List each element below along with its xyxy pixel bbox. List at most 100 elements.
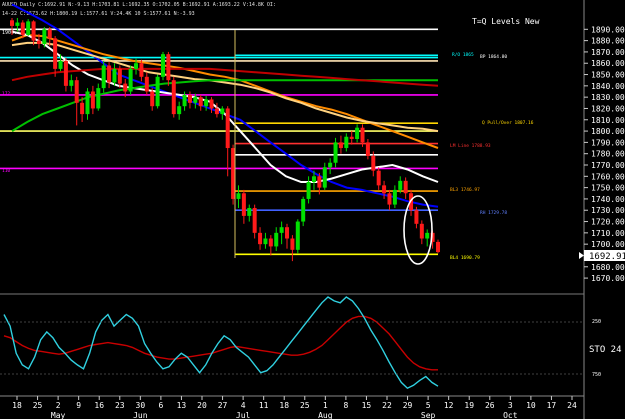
candle-body [36,40,41,45]
candle-body [328,162,333,168]
level-label-r2: R/O 1865 [452,52,474,58]
last-price-arrow-icon [579,252,584,259]
moving-average-line [11,3,439,208]
candle-body [252,207,257,233]
date-tick-label: 24 [567,401,577,410]
candle-body [150,91,155,107]
date-tick-label: 15 [362,401,372,410]
price-chart[interactable]: AUUSD Daily C:1692.91 N:-9.13 H:1703.81 … [0,0,625,419]
date-tick-label: 27 [218,401,228,410]
candle-body [436,241,440,253]
date-tick-label: 17 [547,401,557,410]
header-symbol-line: AUUSD Daily C:1692.91 N:-9.13 H:1703.81 … [2,2,276,8]
candle-body [90,91,95,109]
candle-body [128,68,133,92]
candle-body [112,68,117,83]
candle-body [134,63,139,69]
candle-body [171,80,176,115]
candle-body [123,83,128,92]
date-tick-label: 12 [444,401,454,410]
candle-body [69,80,74,86]
price-tick-label: 1700.00 [591,240,625,249]
stoch-fast-line [3,296,439,390]
candle-body [241,193,246,216]
candle-body [349,136,354,139]
price-tick-label: 1680.00 [591,263,625,272]
candle-body [182,94,187,107]
candle-body [20,22,25,35]
date-tick-label: 8 [343,401,348,410]
date-tick-label: 9 [76,401,81,410]
date-tick-label: 11 [259,401,269,410]
date-tick-label: 23 [115,401,125,410]
date-tick-label: 22 [382,401,392,410]
level-label-qpullover: Q Pull/Over 1807.16 [482,120,534,126]
price-tick-label: 1850.00 [591,71,625,80]
candle-body [371,155,376,171]
date-tick-label: 18 [279,401,289,410]
candle-body [96,88,101,109]
price-tick-label: 1710.00 [591,229,625,238]
month-label: Sep [421,411,436,419]
candle-body [193,97,198,103]
candle-body [26,21,31,35]
price-tick-label: 1860.00 [591,59,625,68]
candle-body [74,80,79,103]
price-tick-label: 1830.00 [591,93,625,102]
candle-body [247,207,252,216]
candle-body [42,29,47,45]
date-tick-label: 20 [197,401,207,410]
stoch-tick-bottom: 750 [592,372,601,378]
price-tick-label: 1720.00 [591,218,625,227]
candle-body [306,181,311,199]
price-axis: 1890.00 1880.00 1870.00 1860.00 1850.00 1840.… [584,25,625,283]
price-tick-label: 1740.00 [591,195,625,204]
candle-body [268,238,273,247]
candle-body [198,97,203,107]
candle-body [209,99,214,109]
candle-body [295,221,300,250]
candle-body [274,232,279,247]
candle-body [425,232,430,239]
candle-body [101,65,106,89]
date-tick-label: 29 [403,401,413,410]
candle-body [414,210,419,224]
candle-body [387,193,392,205]
candle-body [285,227,290,239]
candle-body [144,76,149,92]
candle-body [279,227,284,233]
price-tick-label: 1760.00 [591,172,625,181]
price-tick-label: 1750.00 [591,184,625,193]
price-tick-label: 1780.00 [591,150,625,159]
candle-body [322,167,327,188]
price-tick-label: 1890.00 [591,25,625,34]
stoch-slow-line [3,315,438,371]
candles [10,18,440,262]
candle-body [301,198,306,222]
date-tick-label: 30 [136,401,146,410]
candle-body [263,238,268,245]
price-tick-label: 1770.00 [591,161,625,170]
candle-body [47,29,52,39]
candle-body [376,170,381,186]
candle-body [220,108,225,115]
price-tick-label: 1800.00 [591,127,625,136]
left-level-label-1: 172 [2,91,10,97]
candle-body [63,60,68,86]
candle-body [290,238,295,250]
price-tick-label: 1840.00 [591,82,625,91]
date-tick-label: 3 [508,401,513,410]
date-tick-label: 10 [526,401,536,410]
stoch-label: STO 24 [589,345,622,355]
candle-body [107,65,112,83]
candle-body [311,176,316,182]
price-tick-label: 1880.00 [591,37,625,46]
candle-body [365,142,370,156]
date-tick-label: 25 [33,401,43,410]
price-tick-label: 1790.00 [591,138,625,147]
month-label: Jun [133,411,148,419]
candle-body [155,76,160,107]
candle-body [214,108,219,115]
last-price-label: 1692.91 [589,252,625,262]
level-label-lm: LM Line 1788.93 [450,143,491,149]
